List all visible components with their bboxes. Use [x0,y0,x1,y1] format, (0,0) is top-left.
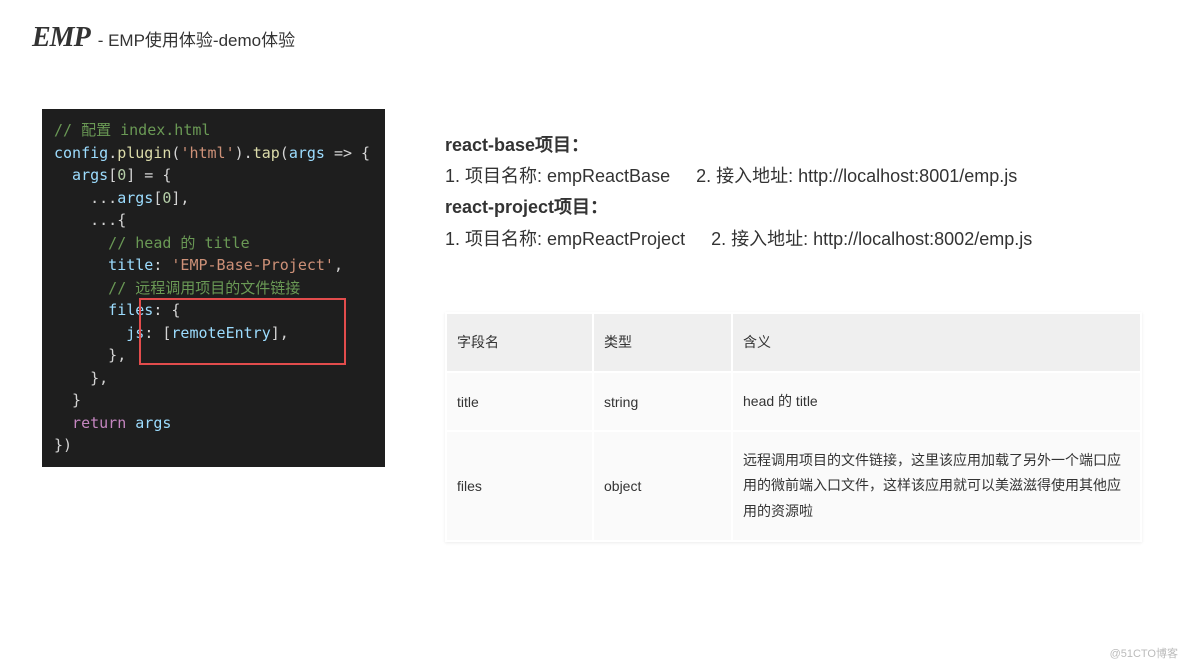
cell-type: string [594,373,731,430]
code-token: ] = { [126,166,171,184]
project-line: 1. 项目名称: empReactProject 2. 接入地址: http:/… [445,227,1142,252]
th-type: 类型 [594,314,731,371]
logo: EMP [32,22,90,54]
project-name: 1. 项目名称: empReactBase [445,164,670,189]
code-block: // 配置 index.html config.plugin('html').t… [42,109,385,467]
code-token: } [54,391,81,409]
fields-table: 字段名 类型 含义 title string head 的 title file… [445,312,1142,542]
code-token: js [54,324,144,342]
code-token: files [54,301,153,319]
code-token: }) [54,436,72,454]
code-token: 'html' [180,144,234,162]
code-token: plugin [117,144,171,162]
code-token: tap [253,144,280,162]
code-token: title [54,256,153,274]
cell-type: object [594,432,731,540]
code-token: : [ [144,324,171,342]
code-token: 0 [117,166,126,184]
code-token: config [54,144,108,162]
cell-meaning: head 的 title [733,373,1140,430]
table-row: title string head 的 title [447,373,1140,430]
project-block: react-base项目： [445,133,1142,158]
code-token: ). [235,144,253,162]
code-comment: // head 的 title [54,234,250,252]
content: // 配置 index.html config.plugin('html').t… [0,54,1184,542]
page-title: - EMP使用体验-demo体验 [98,26,295,51]
project-title: react-project项目： [445,197,608,217]
code-token: , [334,256,343,274]
project-url: 2. 接入地址: http://localhost:8001/emp.js [696,164,1017,189]
project-url: 2. 接入地址: http://localhost:8002/emp.js [711,227,1032,252]
code-token: . [108,144,117,162]
project-block: react-project项目： [445,195,1142,220]
code-token: [ [108,166,117,184]
code-token: args [126,414,171,432]
code-token: ], [171,189,189,207]
cell-field: title [447,373,592,430]
table-row: files object 远程调用项目的文件链接，这里该应用加载了另外一个端口应… [447,432,1140,540]
code-token: : [153,256,171,274]
right-panel: react-base项目： 1. 项目名称: empReactBase 2. 接… [445,109,1142,542]
code-comment: // 远程调用项目的文件链接 [54,279,300,297]
header: EMP - EMP使用体验-demo体验 [0,0,1184,54]
code-token: ... [54,189,117,207]
code-token: => { [325,144,370,162]
code-token: args [289,144,325,162]
project-name: 1. 项目名称: empReactProject [445,227,685,252]
code-token: remoteEntry [171,324,270,342]
code-token: : { [153,301,180,319]
table-header-row: 字段名 类型 含义 [447,314,1140,371]
project-title: react-base项目： [445,135,589,155]
code-token: ( [280,144,289,162]
code-token: }, [54,369,108,387]
footer-watermark: @51CTO博客 [1110,645,1178,661]
project-line: 1. 项目名称: empReactBase 2. 接入地址: http://lo… [445,164,1142,189]
code-token: }, [54,346,126,364]
cell-field: files [447,432,592,540]
code-comment: // 配置 index.html [54,121,210,139]
code-token: return [54,414,126,432]
code-token: args [54,166,108,184]
cell-meaning: 远程调用项目的文件链接，这里该应用加载了另外一个端口应用的微前端入口文件，这样该… [733,432,1140,540]
code-token: ], [271,324,289,342]
code-token: ...{ [54,211,126,229]
code-token: 'EMP-Base-Project' [171,256,334,274]
th-meaning: 含义 [733,314,1140,371]
code-token: args [117,189,153,207]
th-field: 字段名 [447,314,592,371]
